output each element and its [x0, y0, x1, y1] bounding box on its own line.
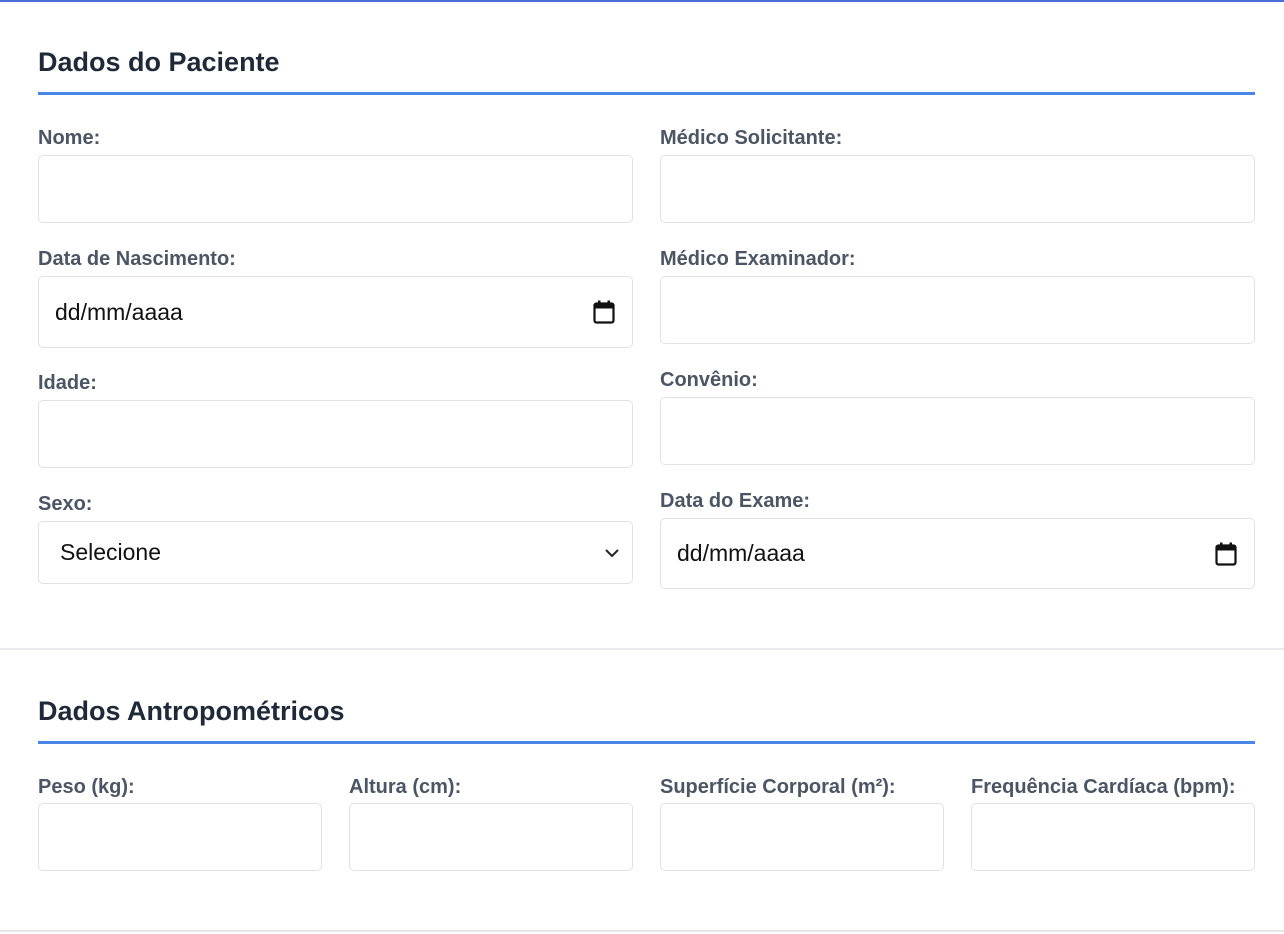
bottom-divider: [0, 930, 1284, 932]
frequencia-cardiaca-label: Frequência Cardíaca (bpm):: [971, 776, 1236, 798]
frequencia-cardiaca-input[interactable]: [971, 803, 1255, 871]
anthropometric-section-underline: [38, 741, 1255, 744]
peso-label: Peso (kg):: [38, 776, 135, 798]
superficie-corporal-input[interactable]: [660, 803, 944, 871]
altura-label: Altura (cm):: [349, 776, 462, 798]
superficie-corporal-label: Superfície Corporal (m²):: [660, 776, 896, 798]
altura-input[interactable]: [349, 803, 633, 871]
peso-input[interactable]: [38, 803, 322, 871]
anthropometric-section-title: Dados Antropométricos: [38, 696, 345, 726]
anthropometric-section: Dados Antropométricos Peso (kg): Altura …: [38, 0, 1255, 900]
